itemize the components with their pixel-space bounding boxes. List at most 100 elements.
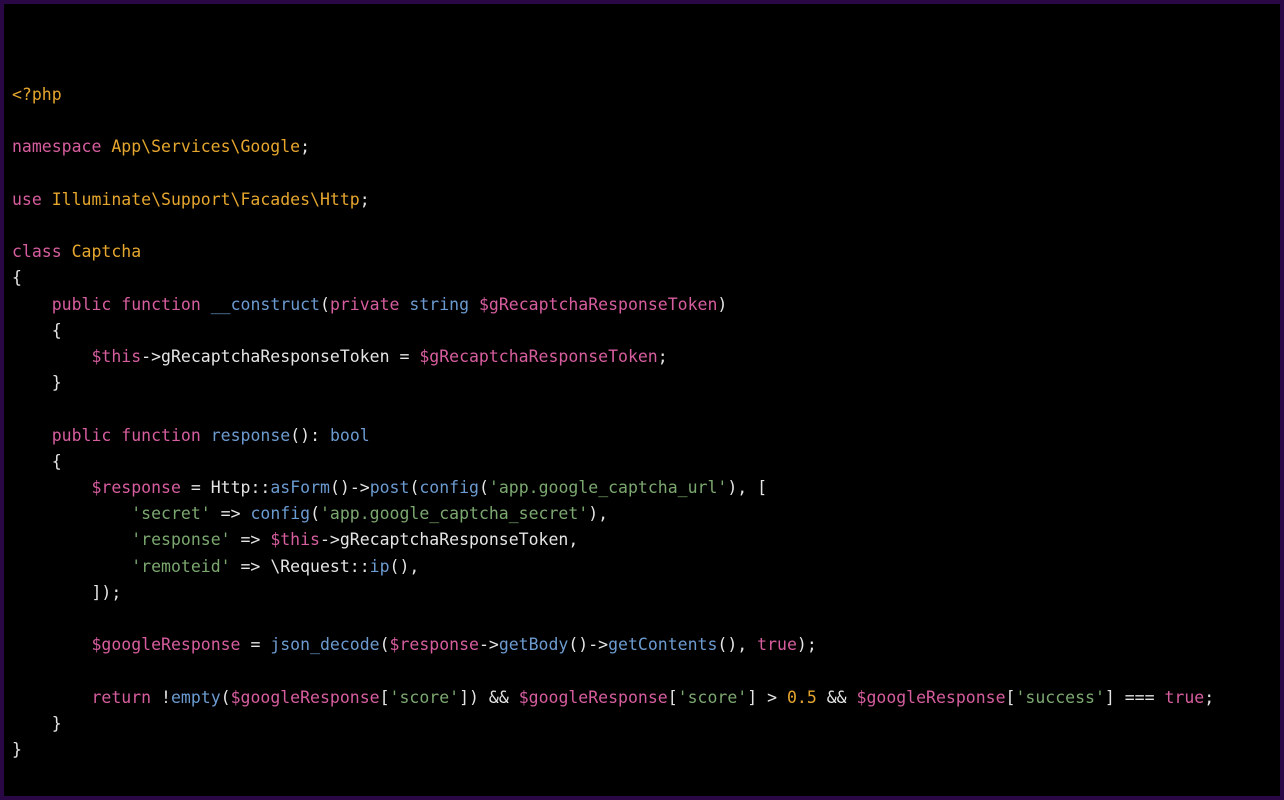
this-variable: $this <box>91 347 141 366</box>
use-keyword: use <box>12 190 42 209</box>
open-brace: { <box>52 452 62 471</box>
asform-method: asForm <box>270 478 330 497</box>
open-paren: ( <box>310 504 320 523</box>
close-bracket: ] <box>747 688 757 707</box>
close-paren: ) <box>300 426 310 445</box>
string-literal: 'success' <box>1015 688 1104 707</box>
semicolon: ; <box>658 347 668 366</box>
equals-operator: = <box>250 635 260 654</box>
fat-arrow-operator: => <box>241 530 261 549</box>
param-variable: $gRecaptchaResponseToken <box>479 295 717 314</box>
close-paren: ) <box>717 295 727 314</box>
google-response-variable: $googleResponse <box>857 688 1006 707</box>
google-response-variable: $googleResponse <box>231 688 380 707</box>
fat-arrow-operator: => <box>221 504 241 523</box>
open-paren: ( <box>568 635 578 654</box>
true-literal: true <box>757 635 797 654</box>
equals-operator: = <box>399 347 409 366</box>
config-function: config <box>419 478 479 497</box>
gt-operator: > <box>767 688 777 707</box>
fat-arrow-operator: => <box>241 557 261 576</box>
close-paren: ) <box>399 557 409 576</box>
post-method: post <box>370 478 410 497</box>
true-literal: true <box>1165 688 1205 707</box>
equals-operator: = <box>191 478 201 497</box>
close-paren: ) <box>469 688 479 707</box>
string-type: string <box>409 295 469 314</box>
and-operator: && <box>827 688 847 707</box>
number-literal: 0.5 <box>787 688 817 707</box>
getbody-method: getBody <box>499 635 569 654</box>
this-variable: $this <box>270 530 320 549</box>
construct-method: __construct <box>211 295 320 314</box>
string-literal: 'remoteid' <box>131 557 230 576</box>
close-bracket: ] <box>91 583 101 602</box>
open-paren: ( <box>717 635 727 654</box>
semicolon: ; <box>1204 688 1214 707</box>
close-paren: ) <box>101 583 111 602</box>
semicolon: ; <box>360 190 370 209</box>
not-operator: ! <box>161 688 171 707</box>
open-bracket: [ <box>380 688 390 707</box>
close-bracket: ] <box>459 688 469 707</box>
property-access: gRecaptchaResponseToken <box>161 347 389 366</box>
close-paren: ) <box>340 478 350 497</box>
close-paren: ) <box>797 635 807 654</box>
arrow-operator: -> <box>479 635 499 654</box>
close-paren: ) <box>578 635 588 654</box>
private-keyword: private <box>330 295 400 314</box>
open-paren: ( <box>221 688 231 707</box>
string-literal: 'response' <box>131 530 230 549</box>
empty-function: empty <box>171 688 221 707</box>
code-block: <?php namespace App\Services\Google; use… <box>4 4 1280 763</box>
string-literal: 'score' <box>678 688 748 707</box>
ip-method: ip <box>370 557 390 576</box>
class-keyword: class <box>12 242 62 261</box>
open-paren: ( <box>390 557 400 576</box>
open-paren: ( <box>290 426 300 445</box>
semicolon: ; <box>807 635 817 654</box>
triple-equals-operator: === <box>1125 688 1155 707</box>
comma: , <box>737 478 747 497</box>
arrow-operator: -> <box>320 530 340 549</box>
public-keyword: public <box>52 426 112 445</box>
response-variable: $response <box>390 635 479 654</box>
use-path: Illuminate\Support\Facades\Http <box>52 190 360 209</box>
namespace-keyword: namespace <box>12 137 101 156</box>
string-literal: 'secret' <box>131 504 210 523</box>
function-keyword: function <box>121 295 200 314</box>
double-colon: :: <box>250 478 270 497</box>
comma: , <box>598 504 608 523</box>
double-colon: :: <box>350 557 370 576</box>
response-method: response <box>211 426 290 445</box>
string-literal: 'app.google_captcha_secret' <box>320 504 588 523</box>
property-access: gRecaptchaResponseToken <box>340 530 568 549</box>
comma: , <box>737 635 747 654</box>
open-bracket: [ <box>757 478 767 497</box>
semicolon: ; <box>300 137 310 156</box>
open-paren: ( <box>330 478 340 497</box>
arrow-operator: -> <box>588 635 608 654</box>
request-class: \Request <box>270 557 349 576</box>
string-literal: 'app.google_captcha_url' <box>489 478 727 497</box>
open-paren: ( <box>380 635 390 654</box>
response-variable: $response <box>91 478 180 497</box>
comma: , <box>409 557 419 576</box>
arrow-operator: -> <box>350 478 370 497</box>
close-paren: ) <box>727 478 737 497</box>
semicolon: ; <box>111 583 121 602</box>
return-keyword: return <box>91 688 151 707</box>
http-class: Http <box>211 478 251 497</box>
close-brace: } <box>52 714 62 733</box>
close-paren: ) <box>727 635 737 654</box>
open-paren: ( <box>479 478 489 497</box>
close-brace: } <box>12 740 22 759</box>
bool-type: bool <box>330 426 370 445</box>
colon: : <box>310 426 320 445</box>
close-brace: } <box>52 373 62 392</box>
php-open-tag: <?php <box>12 85 62 104</box>
open-bracket: [ <box>668 688 678 707</box>
and-operator: && <box>489 688 509 707</box>
string-literal: 'score' <box>390 688 460 707</box>
function-keyword: function <box>121 426 200 445</box>
